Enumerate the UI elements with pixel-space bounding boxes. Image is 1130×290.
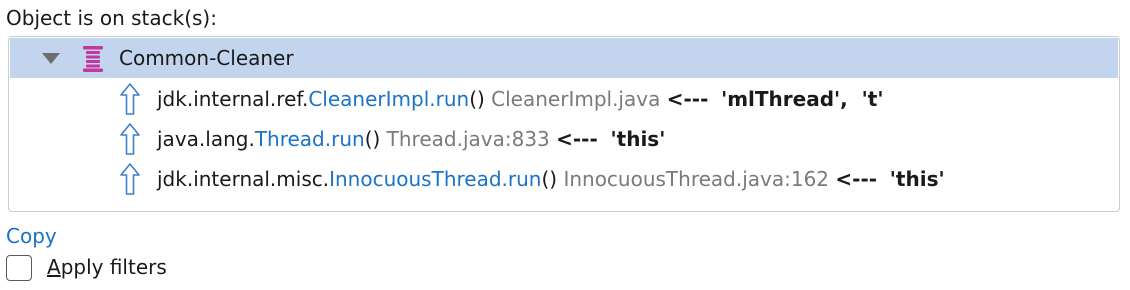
frame-package: java.lang. — [157, 127, 255, 151]
thread-name: Common-Cleaner — [119, 46, 294, 70]
apply-filters-checkbox[interactable] — [6, 255, 32, 281]
frame-location: Thread.java:833 — [386, 127, 550, 151]
tree-row-common-cleaner[interactable]: Common-Cleaner — [10, 38, 1118, 78]
frame-package: jdk.internal.ref. — [157, 87, 309, 111]
stack-heading: Object is on stack(s): — [6, 6, 217, 30]
frame-arrow: <--- — [835, 167, 878, 191]
frame-refs: 'this' — [889, 167, 945, 191]
stack-tree[interactable]: Common-Cleaner jdk.internal.ref.CleanerI… — [8, 36, 1120, 212]
frame-method-link[interactable]: Thread.run — [255, 127, 365, 151]
frame-parens: () — [364, 127, 381, 151]
frame-parens: () — [469, 87, 485, 111]
expand-triangle-icon[interactable] — [42, 53, 60, 64]
frame-parens: () — [541, 167, 558, 191]
frame-arrow: <--- — [666, 87, 709, 111]
frame-arrow: <--- — [556, 127, 598, 151]
up-arrow-icon — [120, 163, 140, 195]
thread-stack-icon — [83, 46, 103, 72]
apply-filters-label[interactable]: Apply filters — [47, 253, 167, 281]
apply-filters-mnemonic: A — [47, 255, 61, 279]
up-arrow-icon — [120, 83, 140, 115]
frame-package: jdk.internal.misc. — [157, 167, 330, 191]
frame-method-link[interactable]: InnocuousThread.run — [329, 167, 541, 191]
copy-link[interactable]: Copy — [6, 222, 57, 250]
up-arrow-icon — [120, 123, 140, 155]
frame-location: CleanerImpl.java — [491, 87, 661, 111]
frame-method-link[interactable]: CleanerImpl.run — [308, 87, 469, 111]
apply-filters-label-rest: pply filters — [60, 255, 167, 279]
frame-location: InnocuousThread.java:162 — [563, 167, 830, 191]
frame-refs: 'mlThread', 't' — [721, 87, 884, 111]
frame-refs: 'this' — [610, 127, 666, 151]
